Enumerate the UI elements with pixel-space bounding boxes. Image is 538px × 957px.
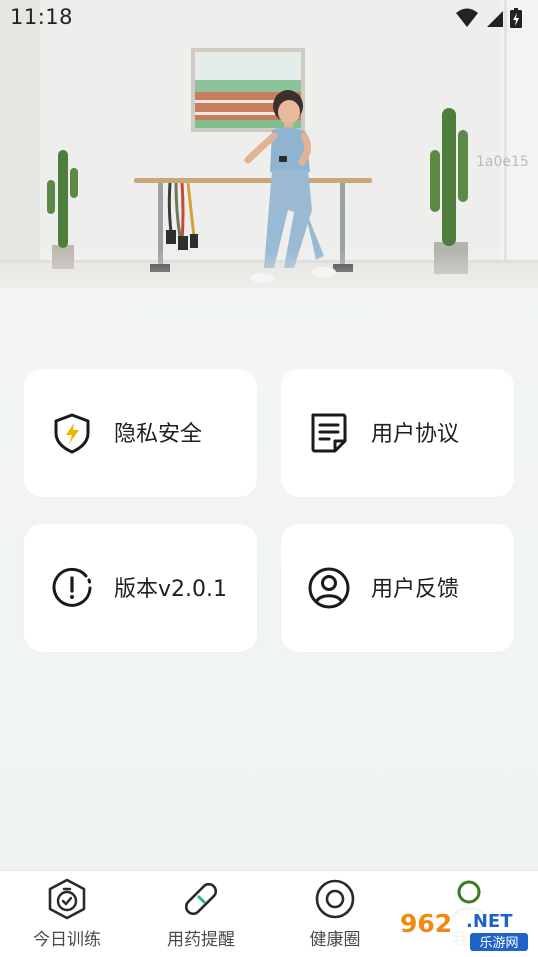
user-circle-icon: [308, 567, 350, 609]
hero-banner: [0, 0, 538, 288]
target-circle-icon: [315, 879, 355, 919]
watermark-id: 1a0e15: [476, 154, 529, 170]
brand-watermark-logo: 962 .NET 乐游网: [398, 905, 530, 953]
document-icon: [311, 413, 347, 453]
wifi-icon: [456, 8, 478, 27]
info-alert-icon: [52, 567, 92, 607]
nav-today-training-label: 今日训练: [33, 930, 101, 950]
timer-badge-icon: [48, 878, 86, 920]
nav-today-training[interactable]: 今日训练: [0, 871, 134, 957]
user-agreement-label: 用户协议: [371, 422, 460, 447]
user-feedback-card[interactable]: 用户反馈: [281, 524, 514, 652]
hero-fade: [0, 250, 538, 288]
brand-logo-suffix: .NET: [466, 911, 513, 932]
app-screen: 1a0e15 11:18 隐私安全 用户协议 版本v2.0.1 用户反馈 今日训…: [0, 0, 538, 957]
battery-charging-icon: [510, 8, 522, 28]
privacy-security-label: 隐私安全: [114, 422, 203, 447]
nav-medication-reminder-label: 用药提醒: [167, 930, 235, 950]
nav-health-circle[interactable]: 健康圈: [268, 871, 402, 957]
status-bar: 11:18: [0, 0, 538, 36]
user-feedback-label: 用户反馈: [371, 577, 460, 602]
brand-tagline: 乐游网: [479, 936, 518, 951]
hero-illustration: [0, 0, 538, 288]
shield-lightning-icon: [54, 413, 90, 454]
nav-health-circle-label: 健康圈: [309, 930, 361, 950]
signal-icon: [487, 11, 503, 27]
privacy-security-card[interactable]: 隐私安全: [24, 369, 257, 497]
version-label: 版本v2.0.1: [114, 577, 227, 602]
nav-medication-reminder[interactable]: 用药提醒: [134, 871, 268, 957]
brand-logo-digits: 962: [400, 909, 452, 938]
status-time: 11:18: [10, 5, 74, 29]
pill-icon: [184, 882, 218, 916]
version-card[interactable]: 版本v2.0.1: [24, 524, 257, 652]
user-agreement-card[interactable]: 用户协议: [281, 369, 514, 497]
status-icons: [456, 8, 522, 28]
